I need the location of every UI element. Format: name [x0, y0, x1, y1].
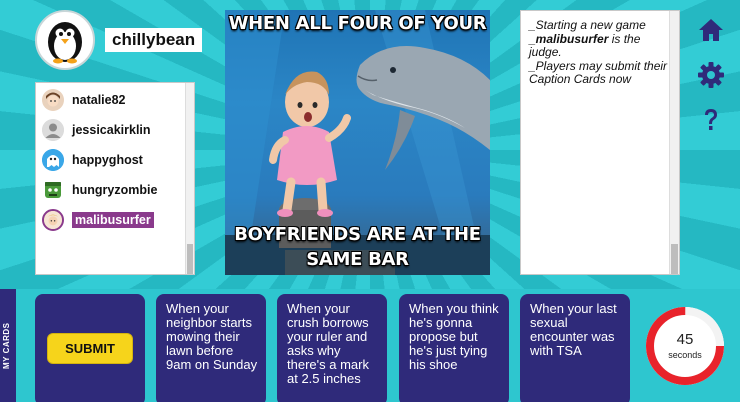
caption-card-text: When your crush borrows your ruler and a…: [287, 301, 369, 386]
zombie-avatar-icon: [42, 179, 64, 201]
caption-card-text: When you think he's gonna propose but he…: [409, 301, 499, 372]
submit-button[interactable]: SUBMIT: [47, 333, 133, 364]
log-line: _Players may submit their Caption Cards …: [529, 58, 668, 86]
timer-unit: seconds: [668, 350, 702, 360]
players-scrollbar[interactable]: [185, 83, 194, 274]
surfer-avatar-icon: [42, 209, 64, 231]
caption-card-text: When your last sexual encounter was with…: [530, 301, 617, 358]
meme-bottom-text-line1: BOYFRIENDS ARE AT THE: [234, 224, 481, 245]
player-row-judge[interactable]: malibusurfer: [42, 207, 154, 233]
help-icon[interactable]: [697, 106, 725, 134]
gear-icon[interactable]: [697, 61, 725, 89]
countdown-timer: 45 seconds: [644, 305, 726, 387]
home-icon[interactable]: [697, 16, 725, 44]
girl-avatar-icon: [42, 89, 64, 111]
default-user-icon: [42, 119, 64, 141]
player-name: jessicakirklin: [72, 123, 151, 137]
user-avatar[interactable]: [35, 10, 95, 70]
log-line-judge: _malibusurfer is the judge.: [529, 31, 671, 60]
player-name-judge: malibusurfer: [72, 212, 154, 228]
player-name: happyghost: [72, 153, 143, 167]
caption-card[interactable]: When your crush borrows your ruler and a…: [277, 294, 387, 402]
timer-value: 45: [676, 331, 694, 348]
log-scrollbar[interactable]: [669, 11, 679, 274]
log-scrollbar-thumb[interactable]: [671, 244, 678, 274]
meme-top-text: WHEN ALL FOUR OF YOUR: [228, 13, 487, 34]
ghost-avatar-icon: [42, 149, 64, 171]
username-label: chillybean: [105, 28, 203, 52]
meme-image: WHEN ALL FOUR OF YOUR BOYFRIENDS ARE AT …: [225, 10, 490, 275]
my-cards-tab[interactable]: MY CARDS: [0, 289, 16, 402]
meme-bottom-text-line2: SAME BAR: [306, 249, 409, 270]
caption-card-text: When your neighbor starts mowing their l…: [166, 301, 258, 372]
caption-card[interactable]: When your last sexual encounter was with…: [520, 294, 630, 402]
game-log: _Starting a new game _malibusurfer is th…: [520, 10, 680, 275]
log-line: _Starting a new game: [529, 18, 646, 32]
caption-card[interactable]: When your neighbor starts mowing their l…: [156, 294, 266, 402]
player-row[interactable]: happyghost: [42, 147, 143, 173]
penguin-icon: [48, 22, 82, 64]
player-row[interactable]: jessicakirklin: [42, 117, 151, 143]
log-judge-name: _malibusurfer: [529, 31, 609, 46]
player-row[interactable]: hungryzombie: [42, 177, 157, 203]
my-cards-label: MY CARDS: [2, 322, 11, 369]
player-row[interactable]: natalie82: [42, 87, 126, 113]
player-name: natalie82: [72, 93, 126, 107]
players-scrollbar-thumb[interactable]: [187, 244, 193, 274]
caption-card[interactable]: When you think he's gonna propose but he…: [399, 294, 509, 402]
player-name: hungryzombie: [72, 183, 158, 197]
players-list: natalie82 jessicakirklin happyghost hung…: [35, 82, 195, 275]
